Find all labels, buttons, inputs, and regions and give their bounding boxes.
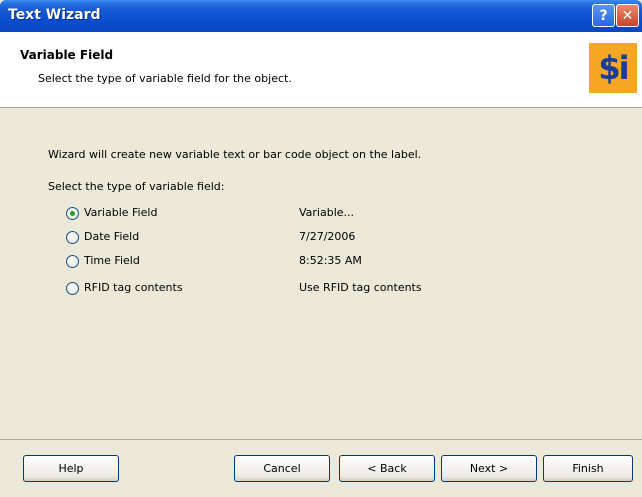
select-label: Select the type of variable field: [48, 180, 225, 193]
title-bar[interactable]: Text Wizard ? ✕ [0, 0, 642, 32]
help-button[interactable]: Help [23, 455, 119, 482]
finish-button[interactable]: Finish [543, 455, 633, 482]
option-time-field[interactable]: Time Field 8:52:35 AM [48, 254, 468, 272]
app-logo-icon: $i [589, 43, 637, 93]
intro-text: Wizard will create new variable text or … [48, 148, 422, 161]
text-wizard-dialog: Text Wizard ? ✕ Variable Field Select th… [0, 0, 642, 497]
page-subtitle: Select the type of variable field for th… [38, 72, 292, 85]
window-title: Text Wizard [8, 7, 101, 23]
option-value: Use RFID tag contents [299, 281, 422, 294]
wizard-header: Variable Field Select the type of variab… [0, 32, 642, 108]
option-value: 8:52:35 AM [299, 254, 362, 267]
option-label[interactable]: Variable Field [84, 206, 157, 219]
wizard-content: Wizard will create new variable text or … [0, 109, 642, 439]
radio-rfid-tag-contents[interactable] [66, 282, 79, 295]
option-label[interactable]: RFID tag contents [84, 281, 183, 294]
button-bar: Help Cancel < Back Next > Finish [0, 439, 642, 497]
cancel-button[interactable]: Cancel [234, 455, 330, 482]
option-label[interactable]: Time Field [84, 254, 140, 267]
option-date-field[interactable]: Date Field 7/27/2006 [48, 230, 468, 248]
radio-time-field[interactable] [66, 255, 79, 268]
option-label[interactable]: Date Field [84, 230, 139, 243]
option-rfid-tag-contents[interactable]: RFID tag contents Use RFID tag contents [48, 281, 468, 299]
next-button[interactable]: Next > [441, 455, 537, 482]
help-icon[interactable]: ? [592, 4, 615, 27]
close-icon[interactable]: ✕ [616, 4, 639, 27]
back-button[interactable]: < Back [339, 455, 435, 482]
page-title: Variable Field [20, 48, 114, 62]
option-value: Variable... [299, 206, 355, 219]
option-variable-field[interactable]: Variable Field Variable... [48, 206, 468, 224]
radio-variable-field[interactable] [66, 207, 79, 220]
option-value: 7/27/2006 [299, 230, 356, 243]
radio-date-field[interactable] [66, 231, 79, 244]
